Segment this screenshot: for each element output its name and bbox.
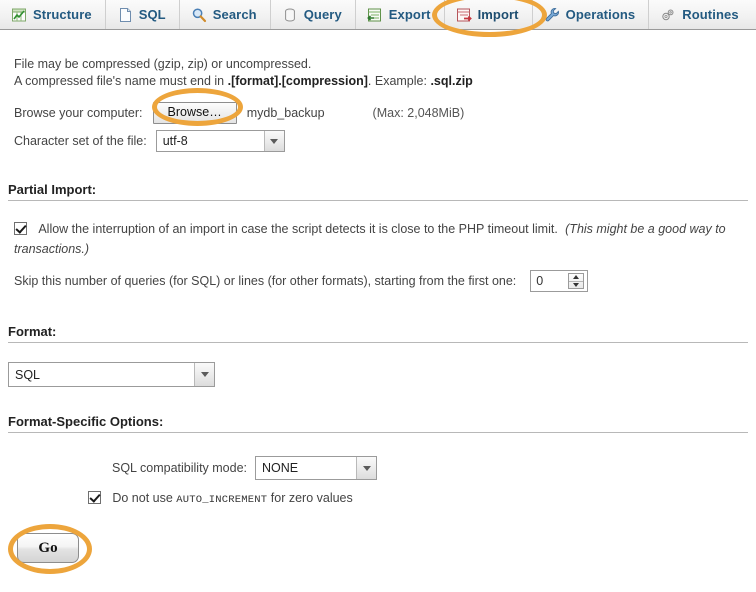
chevron-down-icon — [263, 131, 284, 151]
tab-routines[interactable]: Routines — [649, 0, 751, 29]
tab-search[interactable]: Search — [180, 0, 271, 29]
charset-select[interactable]: utf-8 — [155, 130, 285, 152]
sql-compat-select[interactable]: NONE — [255, 456, 378, 480]
auto-increment-checkbox[interactable] — [88, 491, 101, 504]
main-tab-bar: Structure SQL Search Query Export Import… — [0, 0, 756, 30]
auto-increment-suffix: for zero values — [267, 491, 353, 505]
compression-note-line2: A compressed file's name must end in .[f… — [14, 73, 473, 90]
wrench-icon — [544, 7, 560, 23]
tab-structure[interactable]: Structure — [0, 0, 106, 29]
sql-compat-label: SQL compatibility mode: — [112, 461, 248, 475]
format-compression-token: .[format].[compression] — [227, 74, 368, 88]
format-heading: Format: — [8, 324, 57, 339]
skip-queries-label: Skip this number of queries (for SQL) or… — [14, 274, 517, 288]
stepper-up-button[interactable] — [569, 274, 584, 282]
allow-interrupt-label: Allow the interruption of an import in c… — [38, 222, 558, 236]
stepper-down-button[interactable] — [569, 282, 583, 289]
export-icon — [366, 7, 383, 23]
query-icon — [282, 7, 298, 23]
skip-queries-value: 0 — [536, 274, 544, 288]
sql-zip-token: .sql.zip — [430, 74, 473, 88]
tab-import-label: Import — [477, 7, 519, 22]
stepper-buttons[interactable] — [568, 273, 585, 289]
format-select[interactable]: SQL — [8, 362, 215, 387]
compression-note-line1: File may be compressed (gzip, zip) or un… — [14, 57, 312, 71]
charset-select-value: utf-8 — [162, 134, 188, 148]
auto-increment-keyword: AUTO_INCREMENT — [176, 494, 268, 506]
format-divider — [8, 342, 748, 343]
chevron-down-icon — [356, 457, 377, 479]
tab-structure-label: Structure — [33, 7, 92, 22]
partial-import-heading: Partial Import: — [8, 182, 97, 197]
tab-search-label: Search — [212, 7, 257, 22]
skip-queries-stepper[interactable]: 0 — [530, 270, 589, 292]
chevron-down-icon — [194, 363, 214, 386]
tab-routines-label: Routines — [682, 7, 739, 22]
tab-operations-label: Operations — [565, 7, 636, 22]
tab-query-label: Query — [303, 7, 342, 22]
charset-row: Character set of the file: utf-8 — [14, 130, 285, 152]
tab-export-label: Export — [388, 7, 431, 22]
format-specific-divider — [8, 432, 748, 433]
gears-icon — [660, 7, 676, 23]
search-icon — [191, 7, 207, 23]
tab-operations[interactable]: Operations — [533, 0, 650, 29]
allow-interrupt-note: (This might be a good way to — [565, 222, 726, 236]
tab-import[interactable]: Import — [445, 0, 533, 29]
partial-import-section: Partial Import: — [8, 182, 748, 201]
tab-query[interactable]: Query — [271, 0, 356, 29]
browse-row: Browse your computer: Browse… mydb_backu… — [14, 102, 464, 124]
tab-sql-label: SQL — [138, 7, 166, 22]
tab-export[interactable]: Export — [356, 0, 445, 29]
structure-icon — [11, 7, 27, 23]
format-specific-heading: Format-Specific Options: — [8, 414, 164, 429]
selected-file-name: mydb_backup — [246, 106, 325, 120]
compression-note-mid: . Example: — [367, 74, 431, 88]
browse-button[interactable]: Browse… — [152, 102, 237, 124]
compression-note-prefix: A compressed file's name must end in — [14, 74, 228, 88]
sql-compat-value: NONE — [262, 461, 299, 475]
auto-increment-prefix: Do not use — [112, 491, 177, 505]
import-form: File may be compressed (gzip, zip) or un… — [0, 30, 756, 592]
import-icon — [456, 7, 472, 23]
format-select-value: SQL — [15, 367, 41, 382]
format-section: Format: — [8, 324, 748, 343]
allow-interrupt-checkbox[interactable] — [14, 222, 27, 235]
sql-icon — [117, 7, 133, 23]
charset-label: Character set of the file: — [14, 134, 147, 148]
max-upload-size: (Max: 2,048MiB) — [372, 106, 465, 120]
allow-interrupt-row: Allow the interruption of an import in c… — [14, 222, 756, 236]
skip-queries-row: Skip this number of queries (for SQL) or… — [14, 270, 589, 292]
format-specific-section: Format-Specific Options: — [8, 414, 748, 433]
partial-import-divider — [8, 200, 748, 201]
tab-sql[interactable]: SQL — [106, 0, 180, 29]
allow-interrupt-note-wrap: transactions.) — [14, 242, 90, 256]
auto-increment-row: Do not use AUTO_INCREMENT for zero value… — [88, 491, 353, 506]
sql-compat-row: SQL compatibility mode: NONE — [112, 456, 378, 480]
browse-row-label: Browse your computer: — [14, 106, 143, 120]
go-button[interactable]: Go — [17, 533, 79, 563]
